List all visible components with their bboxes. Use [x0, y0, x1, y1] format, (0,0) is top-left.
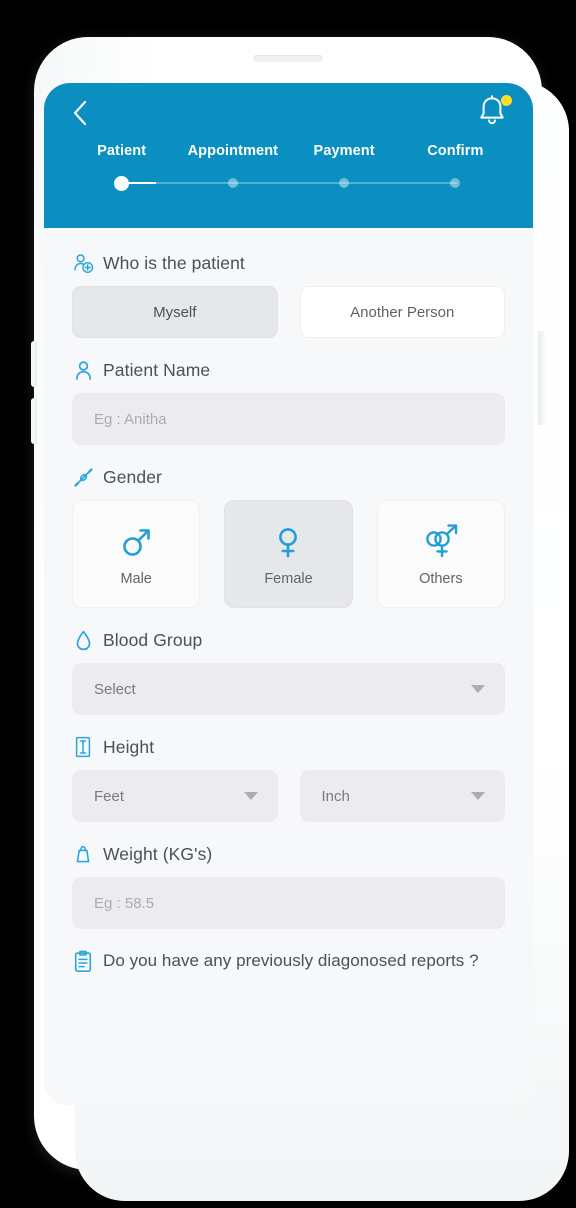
patient-name-input[interactable] — [72, 393, 505, 445]
option-myself[interactable]: Myself — [72, 286, 278, 338]
who-is-patient-options: Myself Another Person — [72, 286, 505, 338]
step-dot-cell-appointment — [177, 175, 288, 191]
height-feet-value: Feet — [94, 787, 125, 805]
height-label: Height — [103, 736, 155, 757]
height-selects: Feet Inch — [72, 770, 505, 822]
step-label-patient[interactable]: Patient — [66, 143, 177, 159]
height-inch-value: Inch — [321, 787, 350, 805]
who-is-patient-group: Who is the patient Myself Another Person — [72, 252, 505, 338]
chevron-down-icon — [471, 685, 485, 693]
weight-label-row: Weight (KG's) — [72, 843, 505, 865]
weight-group: Weight (KG's) — [72, 843, 505, 929]
gender-option-female[interactable]: Female — [224, 500, 353, 608]
step-dot-cell-payment — [289, 175, 400, 191]
patient-name-label-row: Patient Name — [72, 359, 505, 381]
gender-options: Male Female Others — [72, 500, 505, 608]
stepper-labels: Patient Appointment Payment Confirm — [44, 143, 533, 159]
height-group: Height Feet Inch — [72, 736, 505, 822]
step-label-appointment[interactable]: Appointment — [177, 143, 288, 159]
step-dot-appointment[interactable] — [227, 178, 238, 188]
weight-label: Weight (KG's) — [103, 843, 213, 864]
chevron-down-icon — [243, 792, 258, 800]
weight-icon — [72, 843, 94, 865]
power-button[interactable] — [538, 331, 545, 425]
gender-icon — [72, 466, 94, 488]
volume-up-button[interactable] — [31, 341, 37, 387]
who-is-patient-label: Who is the patient — [103, 252, 245, 273]
gender-option-male[interactable]: Male — [72, 500, 201, 608]
step-dot-confirm[interactable] — [450, 178, 461, 188]
gender-label: Gender — [103, 466, 162, 487]
person-add-icon — [72, 252, 94, 274]
option-another-person[interactable]: Another Person — [299, 286, 505, 338]
stepper-track — [44, 175, 533, 191]
blood-group-select[interactable]: Select — [72, 663, 505, 715]
height-inch-select[interactable]: Inch — [299, 770, 505, 822]
gender-group: Gender Male Female Others — [72, 466, 505, 608]
male-symbol-icon — [118, 522, 154, 562]
chevron-down-icon — [471, 792, 485, 800]
person-icon — [72, 359, 94, 381]
app-screen: Patient Appointment Payment Confirm Who … — [44, 83, 533, 1105]
who-is-patient-label-row: Who is the patient — [72, 252, 505, 274]
notification-badge — [501, 95, 512, 106]
back-button[interactable] — [62, 95, 98, 131]
gender-option-others-label: Others — [419, 570, 463, 587]
gender-option-others[interactable]: Others — [376, 500, 505, 608]
female-symbol-icon — [270, 522, 306, 562]
clipboard-report-icon — [72, 950, 94, 972]
height-feet-select[interactable]: Feet — [72, 770, 278, 822]
step-label-payment[interactable]: Payment — [289, 143, 400, 159]
blood-drop-icon — [72, 629, 94, 651]
gender-option-female-label: Female — [264, 570, 313, 587]
app-header: Patient Appointment Payment Confirm — [44, 83, 533, 228]
height-label-row: Height — [72, 736, 505, 758]
step-dot-cell-patient — [66, 175, 177, 191]
step-dot-payment[interactable] — [339, 178, 350, 188]
weight-input[interactable] — [72, 877, 505, 929]
chevron-left-icon — [70, 99, 90, 127]
bell-icon — [475, 95, 509, 133]
speaker-grill — [253, 55, 323, 62]
progress-stepper: Patient Appointment Payment Confirm — [44, 143, 533, 191]
step-dot-patient[interactable] — [114, 175, 130, 191]
step-dot-cell-confirm — [400, 175, 511, 191]
patient-name-label: Patient Name — [103, 359, 211, 380]
blood-group-group: Blood Group Select — [72, 629, 505, 715]
height-ruler-icon — [72, 736, 94, 758]
reports-question-label: Do you have any previously diagonosed re… — [103, 951, 479, 970]
step-label-confirm[interactable]: Confirm — [400, 143, 511, 159]
patient-name-group: Patient Name — [72, 359, 505, 445]
blood-group-label: Blood Group — [103, 629, 203, 650]
reports-question-row[interactable]: Do you have any previously diagonosed re… — [72, 950, 505, 972]
notification-bell-button[interactable] — [475, 93, 513, 133]
stepper-dots — [66, 175, 511, 191]
gender-option-male-label: Male — [120, 570, 152, 587]
gender-label-row: Gender — [72, 466, 505, 488]
blood-group-select-value: Select — [94, 680, 136, 698]
blood-group-label-row: Blood Group — [72, 629, 505, 651]
patient-form: Who is the patient Myself Another Person… — [44, 228, 533, 1105]
transgender-symbol-icon — [421, 522, 461, 562]
volume-down-button[interactable] — [31, 398, 37, 444]
